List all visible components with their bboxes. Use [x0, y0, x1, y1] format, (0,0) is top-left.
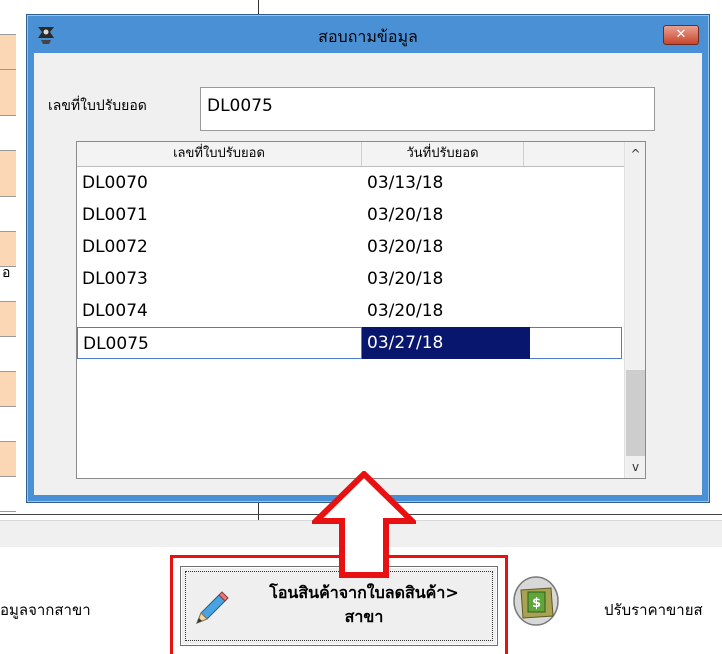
doc-list-grid[interactable]: เลขที่ใบปรับยอด วันที่ปรับยอด DL0070 03/1… [76, 141, 646, 479]
close-icon: ✕ [675, 27, 687, 42]
menu-label-adjust-price[interactable]: ปรับราคาขายส [604, 598, 703, 622]
table-row[interactable]: DL0075 03/27/18 [77, 327, 624, 359]
bg-row [0, 337, 16, 372]
cell-doc-number[interactable]: DL0070 [77, 167, 362, 199]
column-header-doc-number[interactable]: เลขที่ใบปรับยอด [77, 142, 362, 166]
bg-row [0, 35, 16, 70]
cell-doc-number[interactable]: DL0074 [77, 295, 362, 327]
cell-date[interactable]: 03/13/18 [362, 167, 530, 199]
table-row[interactable]: DL0073 03/20/18 [77, 263, 624, 295]
cell-date[interactable]: 03/20/18 [362, 263, 530, 295]
cell-date[interactable]: 03/27/18 [362, 327, 530, 359]
cell-empty [530, 327, 622, 359]
bg-row [0, 372, 16, 407]
table-row[interactable]: DL0074 03/20/18 [77, 295, 624, 327]
table-row[interactable]: DL0070 03/13/18 [77, 167, 624, 199]
scroll-up-icon[interactable]: ^ [625, 142, 645, 166]
grid-header: เลขที่ใบปรับยอด วันที่ปรับยอด [77, 142, 624, 167]
svg-text:$: $ [532, 596, 541, 611]
cell-doc-number[interactable]: DL0072 [77, 231, 362, 263]
close-button[interactable]: ✕ [663, 25, 699, 45]
cell-doc-number[interactable]: DL0075 [77, 327, 362, 359]
cell-doc-number[interactable]: DL0071 [77, 199, 362, 231]
bg-row [0, 70, 16, 116]
column-header-date[interactable]: วันที่ปรับยอด [362, 142, 524, 166]
table-row[interactable]: DL0071 03/20/18 [77, 199, 624, 231]
table-row[interactable]: DL0072 03/20/18 [77, 231, 624, 263]
bg-row [0, 197, 16, 232]
bg-truncated-text: อ [2, 265, 11, 281]
doc-number-label: เลขที่ใบปรับยอด [48, 98, 147, 114]
doc-number-input[interactable]: DL0075 [200, 87, 655, 131]
vertical-scrollbar[interactable]: ^ v [624, 142, 645, 478]
dialog-title: สอบถามข้อมูล [318, 27, 418, 46]
bg-row [0, 151, 16, 197]
bg-row [0, 302, 16, 337]
cell-date[interactable]: 03/20/18 [362, 199, 530, 231]
up-arrow-icon [312, 471, 416, 578]
cell-doc-number[interactable]: DL0073 [77, 263, 362, 295]
bg-row [0, 116, 16, 151]
bg-row [0, 442, 16, 477]
query-dialog: สอบถามข้อมูล ✕ เลขที่ใบปรับยอด DL0075 เล… [26, 14, 710, 578]
bg-row [0, 477, 16, 512]
cell-date[interactable]: 03/20/18 [362, 231, 530, 263]
bg-row [0, 407, 16, 442]
cell-date[interactable]: 03/20/18 [362, 295, 530, 327]
bg-row [0, 0, 16, 35]
scroll-thumb[interactable] [626, 370, 645, 456]
money-folder-icon[interactable]: $ [513, 576, 559, 626]
dialog-titlebar[interactable]: สอบถามข้อมูล ✕ [27, 15, 709, 53]
menu-label-branch-data[interactable]: อมูลจากสาขา [0, 598, 91, 622]
dialog-body: เลขที่ใบปรับยอด DL0075 เลขที่ใบปรับยอด ว… [34, 53, 702, 578]
scroll-down-icon[interactable]: v [625, 456, 645, 478]
